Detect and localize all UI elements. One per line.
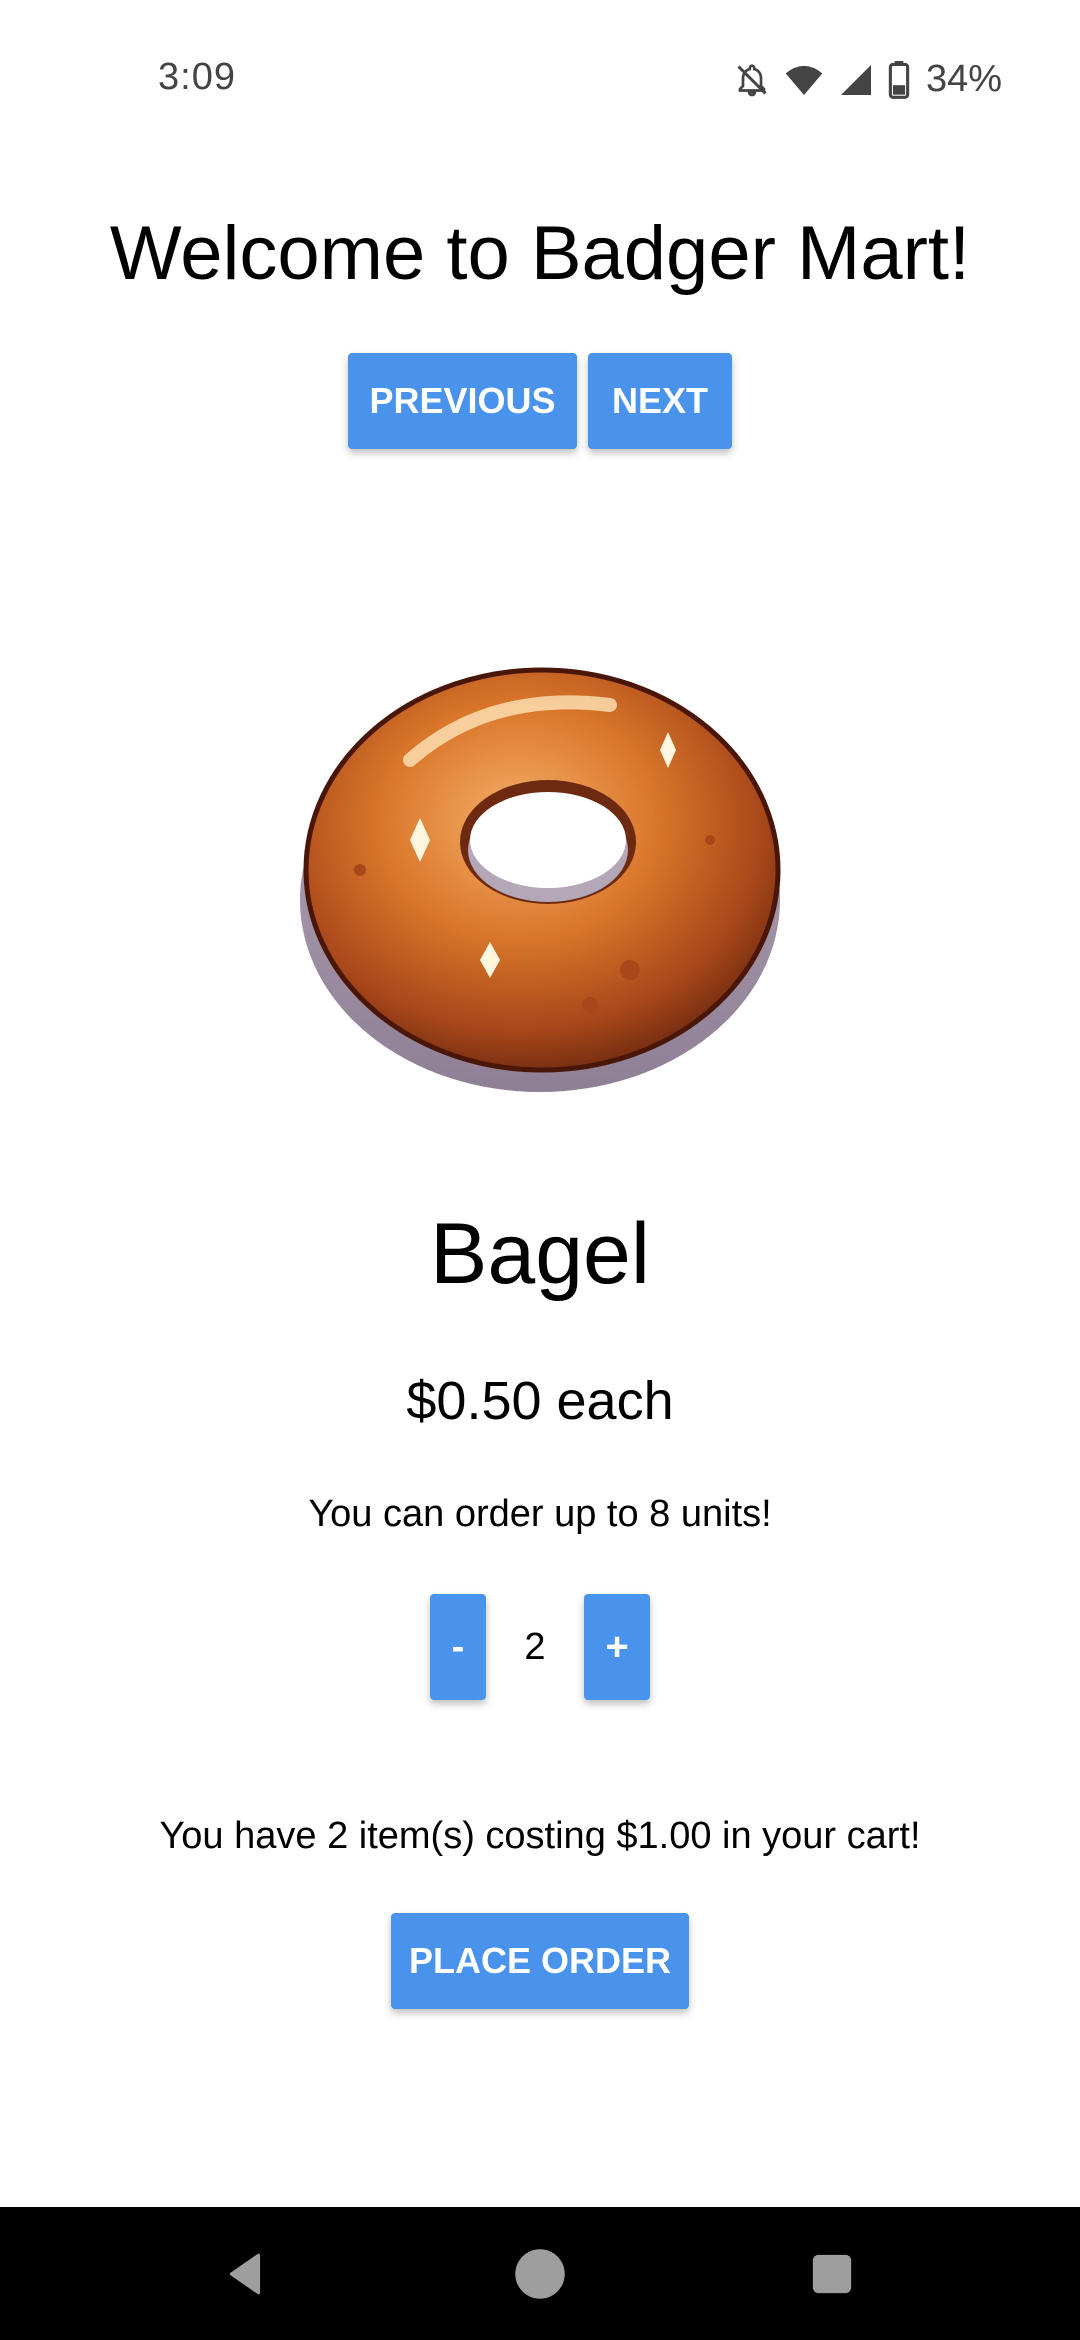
bagel-image — [290, 610, 790, 1110]
quantity-value: 2 — [524, 1625, 546, 1668]
home-icon[interactable] — [480, 2207, 600, 2340]
notifications-off-icon — [734, 62, 770, 98]
product-navigation: PREVIOUS NEXT — [0, 353, 1080, 449]
system-nav-bar — [0, 2207, 1080, 2340]
status-bar: 3:09 34% — [0, 0, 1080, 160]
battery-icon — [888, 60, 910, 99]
next-button[interactable]: NEXT — [588, 353, 732, 449]
order-row: PLACE ORDER — [0, 1913, 1080, 2009]
product-name: Bagel — [430, 1206, 650, 1302]
back-icon[interactable] — [186, 2207, 306, 2340]
order-limit-text: You can order up to 8 units! — [308, 1493, 772, 1535]
signal-icon — [838, 62, 874, 98]
product-price: $0.50 each — [406, 1371, 674, 1431]
wifi-icon — [784, 62, 824, 98]
status-time: 3:09 — [158, 56, 236, 98]
previous-button[interactable]: PREVIOUS — [348, 353, 577, 449]
page-title: Welcome to Badger Mart! — [109, 211, 971, 296]
status-icons: 34% — [734, 58, 1002, 101]
quantity-stepper: - 2 + — [430, 1594, 650, 1700]
app-screen: 3:09 34% Welcome to Badger Mart! PREVIOU… — [0, 0, 1080, 2340]
decrement-button[interactable]: - — [430, 1594, 486, 1700]
recents-icon[interactable] — [772, 2207, 892, 2340]
cart-summary: You have 2 item(s) costing $1.00 in your… — [159, 1815, 921, 1857]
battery-percent: 34% — [925, 58, 1002, 100]
increment-button[interactable]: + — [584, 1594, 650, 1700]
place-order-button[interactable]: PLACE ORDER — [391, 1913, 689, 2009]
